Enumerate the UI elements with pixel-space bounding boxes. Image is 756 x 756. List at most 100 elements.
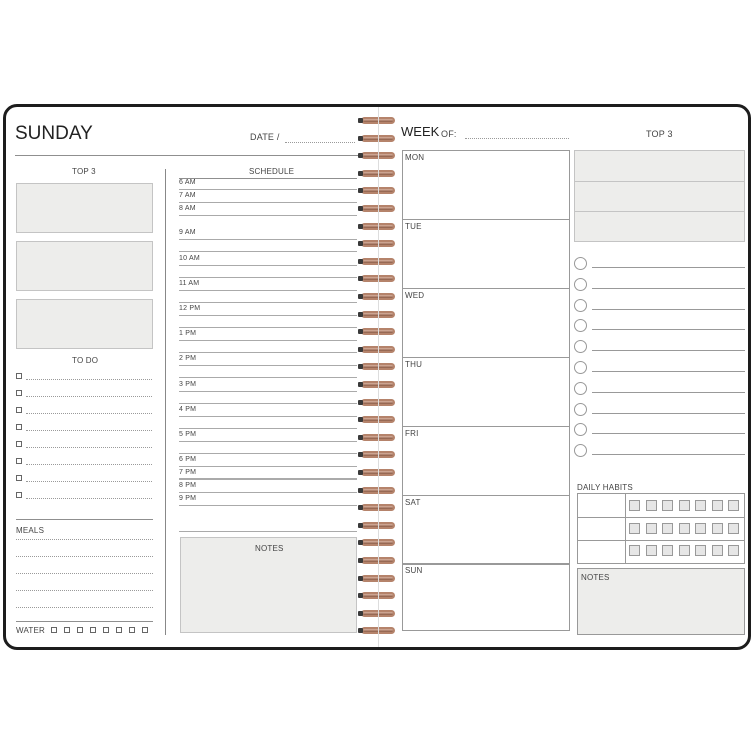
habit-checkbox[interactable] xyxy=(629,522,640,534)
habit-checkbox[interactable] xyxy=(728,500,739,511)
schedule-half-line[interactable] xyxy=(179,251,357,253)
schedule-line[interactable] xyxy=(179,201,357,203)
schedule-line[interactable] xyxy=(179,441,357,442)
water-checkbox[interactable] xyxy=(142,627,148,633)
habit-checkbox[interactable] xyxy=(662,500,673,511)
schedule-line[interactable] xyxy=(179,264,357,266)
checklist-circle[interactable] xyxy=(574,319,587,333)
checklist-line[interactable] xyxy=(592,350,745,352)
checklist-circle[interactable] xyxy=(574,423,587,437)
schedule-line[interactable] xyxy=(179,479,357,481)
schedule-half-line[interactable] xyxy=(179,352,357,354)
habit-checkbox[interactable] xyxy=(662,545,673,556)
checklist-line[interactable] xyxy=(592,329,745,331)
habit-checkbox[interactable] xyxy=(711,500,723,511)
schedule-half-line[interactable] xyxy=(179,402,357,404)
habit-checkbox[interactable] xyxy=(629,545,640,556)
schedule-line[interactable] xyxy=(179,340,357,342)
checklist-circle[interactable] xyxy=(574,361,587,374)
water-checkbox[interactable] xyxy=(129,627,135,633)
checklist-line[interactable] xyxy=(592,267,745,268)
habit-checkbox[interactable] xyxy=(711,545,723,556)
todo-checkbox[interactable] xyxy=(16,441,22,447)
day-box[interactable] xyxy=(402,494,570,565)
day-box[interactable] xyxy=(402,563,570,632)
schedule-line[interactable] xyxy=(179,189,357,190)
day-box[interactable] xyxy=(402,356,570,427)
todo-checkbox[interactable] xyxy=(16,373,22,379)
habit-checkbox[interactable] xyxy=(695,522,706,534)
day-box[interactable] xyxy=(402,287,570,358)
habit-checkbox[interactable] xyxy=(678,545,690,556)
habit-checkbox[interactable] xyxy=(645,500,657,511)
checklist-line[interactable] xyxy=(592,454,745,456)
meal-line[interactable] xyxy=(16,573,153,574)
habit-checkbox[interactable] xyxy=(629,500,640,511)
schedule-line[interactable] xyxy=(179,415,357,417)
meal-line[interactable] xyxy=(16,607,153,608)
checklist-circle[interactable] xyxy=(574,277,587,291)
day-box[interactable] xyxy=(402,150,570,220)
habit-checkbox[interactable] xyxy=(678,522,690,534)
water-checkbox[interactable] xyxy=(90,627,96,633)
schedule-half-line[interactable] xyxy=(179,427,357,429)
habit-checkbox[interactable] xyxy=(728,545,739,556)
water-checkbox[interactable] xyxy=(51,627,57,633)
schedule-line[interactable] xyxy=(179,315,357,316)
todo-checkbox[interactable] xyxy=(16,424,22,430)
checklist-line[interactable] xyxy=(592,412,745,414)
schedule-line[interactable] xyxy=(179,390,357,392)
water-checkbox[interactable] xyxy=(116,627,122,633)
water-checkbox[interactable] xyxy=(103,627,109,633)
schedule-half-line[interactable] xyxy=(179,327,357,328)
schedule-line[interactable] xyxy=(179,466,357,468)
meal-line[interactable] xyxy=(16,556,153,557)
schedule-half-line[interactable] xyxy=(179,453,357,454)
todo-line[interactable] xyxy=(26,413,152,414)
todo-line[interactable] xyxy=(26,481,152,482)
checklist-line[interactable] xyxy=(592,287,745,289)
water-checkbox[interactable] xyxy=(64,627,70,633)
habit-checkbox[interactable] xyxy=(711,522,723,534)
checklist-circle[interactable] xyxy=(574,444,587,458)
date-line[interactable] xyxy=(285,142,355,143)
week-of-line[interactable] xyxy=(465,138,569,139)
day-box[interactable] xyxy=(402,218,570,289)
checklist-circle[interactable] xyxy=(574,298,587,312)
todo-checkbox[interactable] xyxy=(16,390,22,396)
meal-line[interactable] xyxy=(16,539,153,540)
checklist-circle[interactable] xyxy=(574,257,587,270)
schedule-line[interactable] xyxy=(179,365,357,367)
todo-line[interactable] xyxy=(26,396,152,397)
schedule-line[interactable] xyxy=(179,505,357,506)
habit-checkbox[interactable] xyxy=(695,500,706,511)
todo-checkbox[interactable] xyxy=(16,492,22,498)
schedule-bottom-line[interactable] xyxy=(179,531,357,532)
checklist-line[interactable] xyxy=(592,391,745,393)
habit-checkbox[interactable] xyxy=(662,522,673,534)
todo-checkbox[interactable] xyxy=(16,475,22,481)
checklist-line[interactable] xyxy=(592,371,745,372)
habit-checkbox[interactable] xyxy=(645,522,657,534)
habit-checkbox[interactable] xyxy=(728,522,739,534)
habit-checkbox[interactable] xyxy=(695,545,706,556)
schedule-line[interactable] xyxy=(179,492,357,494)
checklist-circle[interactable] xyxy=(574,381,587,395)
schedule-half-line[interactable] xyxy=(179,301,357,303)
schedule-line[interactable] xyxy=(179,214,357,216)
right-top3-box[interactable] xyxy=(574,150,745,242)
top3-box-2[interactable] xyxy=(16,241,153,291)
schedule-half-line[interactable] xyxy=(179,377,357,379)
checklist-line[interactable] xyxy=(592,433,745,435)
checklist-circle[interactable] xyxy=(574,402,587,416)
todo-line[interactable] xyxy=(26,430,152,431)
habit-checkbox[interactable] xyxy=(678,500,690,511)
schedule-line[interactable] xyxy=(179,289,357,291)
todo-line[interactable] xyxy=(26,464,152,465)
todo-line[interactable] xyxy=(26,498,152,499)
meal-line[interactable] xyxy=(16,590,153,591)
top3-box-1[interactable] xyxy=(16,183,153,233)
todo-checkbox[interactable] xyxy=(16,458,22,464)
schedule-line[interactable] xyxy=(179,239,357,241)
checklist-circle[interactable] xyxy=(574,340,587,354)
